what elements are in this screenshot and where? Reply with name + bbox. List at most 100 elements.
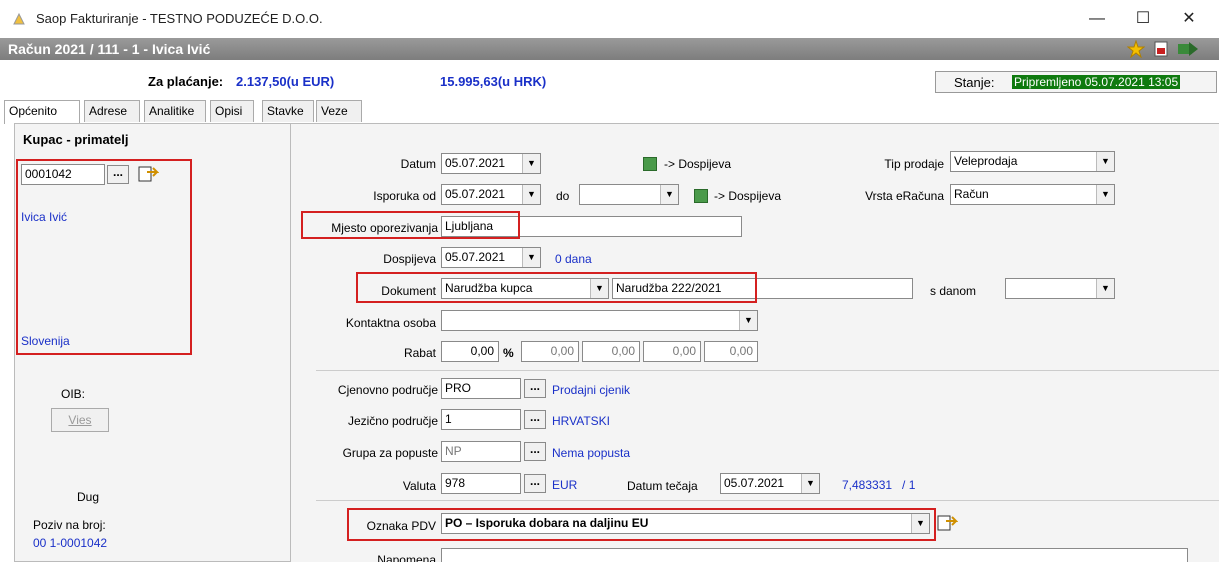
calculator-icon[interactable] bbox=[643, 157, 657, 171]
datum-value: 05.07.2021 bbox=[445, 156, 506, 170]
poziv-label: Poziv na broj: bbox=[33, 518, 106, 532]
valuta-link[interactable]: EUR bbox=[552, 478, 577, 492]
grupa-browse-button[interactable]: ... bbox=[524, 442, 546, 461]
dana-text: 0 dana bbox=[555, 252, 592, 266]
valuta-label: Valuta bbox=[402, 479, 436, 493]
chevron-down-icon[interactable]: ▼ bbox=[1096, 185, 1114, 204]
edit-card-icon[interactable] bbox=[936, 513, 958, 533]
cjenovno-label: Cjenovno područje bbox=[337, 383, 438, 397]
isporuka-field[interactable]: 05.07.2021 ▼ bbox=[441, 184, 541, 205]
datum-label: Datum bbox=[400, 157, 436, 171]
kontakt-select[interactable]: ▼ bbox=[441, 310, 758, 331]
jezicno-field[interactable]: 1 bbox=[441, 409, 521, 430]
divider bbox=[316, 370, 1219, 371]
pdf-icon[interactable] bbox=[1153, 41, 1169, 57]
rabat-extra-value: 0,00 bbox=[550, 344, 574, 358]
cjenovno-value: PRO bbox=[445, 381, 472, 395]
document-title: Račun 2021 / 111 - 1 - Ivica Ivić bbox=[8, 41, 211, 57]
chevron-down-icon[interactable]: ▼ bbox=[660, 185, 678, 204]
highlight-mjesto bbox=[301, 211, 520, 239]
valuta-browse-button[interactable]: ... bbox=[524, 474, 546, 493]
za-placanje-label: Za plaćanje: bbox=[148, 74, 224, 89]
rabat-value: 0,00 bbox=[470, 344, 494, 358]
highlight-oznaka-pdv bbox=[347, 508, 936, 541]
dospijeva-label: Dospijeva bbox=[383, 252, 436, 266]
window-title: Saop Fakturiranje - TESTNO PODUZEĆE D.O.… bbox=[36, 11, 323, 26]
tab-veze[interactable]: Veze bbox=[316, 100, 362, 122]
rabat-extra-4[interactable]: 0,00 bbox=[704, 341, 758, 362]
datum-tecaja-label: Datum tečaja bbox=[627, 479, 698, 493]
chevron-down-icon[interactable]: ▼ bbox=[522, 154, 540, 173]
s-danom-field[interactable]: ▼ bbox=[1005, 278, 1115, 299]
chevron-down-icon[interactable]: ▼ bbox=[1096, 152, 1114, 171]
jezicno-label: Jezično područje bbox=[347, 414, 438, 428]
vies-button[interactable]: Vies bbox=[51, 408, 109, 432]
tip-prodaje-select[interactable]: Veleprodaja ▼ bbox=[950, 151, 1115, 172]
vies-label: Vies bbox=[68, 413, 92, 427]
tip-prodaje-value: Veleprodaja bbox=[954, 154, 1018, 168]
napomena-label: Napomena bbox=[377, 553, 436, 562]
valuta-field[interactable]: 978 bbox=[441, 473, 521, 494]
chevron-down-icon[interactable]: ▼ bbox=[522, 185, 540, 204]
za-placanje-value: 2.137,50(u EUR) bbox=[236, 74, 335, 89]
minimize-button[interactable]: — bbox=[1074, 6, 1120, 32]
poziv-value[interactable]: 00 1-0001042 bbox=[33, 536, 107, 550]
grupa-label: Grupa za popuste bbox=[342, 446, 438, 460]
document-header: Račun 2021 / 111 - 1 - Ivica Ivić bbox=[0, 38, 1219, 60]
cjenovno-field[interactable]: PRO bbox=[441, 378, 521, 399]
grupa-value: NP bbox=[445, 444, 462, 458]
s-danom-label: s danom bbox=[930, 284, 977, 298]
status-box: Stanje: Pripremljeno 05.07.2021 13:05 bbox=[935, 71, 1217, 93]
dospijeva-link[interactable]: -> Dospijeva bbox=[664, 157, 731, 171]
datum-tecaja-value: 05.07.2021 bbox=[724, 476, 785, 490]
kontakt-label: Kontaktna osoba bbox=[345, 316, 436, 330]
rabat-field[interactable]: 0,00 bbox=[441, 341, 499, 362]
jezicno-browse-button[interactable]: ... bbox=[524, 410, 546, 429]
tab-adrese[interactable]: Adrese bbox=[84, 100, 140, 122]
export-icon[interactable] bbox=[1177, 40, 1199, 58]
cjenovno-browse-button[interactable]: ... bbox=[524, 379, 546, 398]
chevron-down-icon[interactable]: ▼ bbox=[1096, 279, 1114, 298]
cjenovno-link[interactable]: Prodajni cjenik bbox=[552, 383, 630, 397]
napomena-field[interactable] bbox=[441, 548, 1188, 562]
divider bbox=[316, 500, 1219, 501]
datum-tecaja-field[interactable]: 05.07.2021 ▼ bbox=[720, 473, 820, 494]
calculator-icon[interactable] bbox=[694, 189, 708, 203]
tip-prodaje-label: Tip prodaje bbox=[884, 157, 944, 171]
dospijeva-link-2[interactable]: -> Dospijeva bbox=[714, 189, 781, 203]
dospijeva-field[interactable]: 05.07.2021 ▼ bbox=[441, 247, 541, 268]
tecaj-text: 7,483331 / 1 bbox=[842, 478, 916, 492]
oib-label: OIB: bbox=[61, 387, 86, 401]
datum-field[interactable]: 05.07.2021 ▼ bbox=[441, 153, 541, 174]
star-icon[interactable] bbox=[1127, 40, 1145, 58]
close-button[interactable]: ✕ bbox=[1166, 6, 1212, 32]
maximize-button[interactable]: ☐ bbox=[1120, 6, 1166, 32]
tab-stavke[interactable]: Stavke bbox=[262, 100, 314, 122]
window-titlebar: Saop Fakturiranje - TESTNO PODUZEĆE D.O.… bbox=[0, 0, 1219, 38]
status-badge: Pripremljeno 05.07.2021 13:05 bbox=[1012, 75, 1181, 89]
chevron-down-icon[interactable]: ▼ bbox=[522, 248, 540, 267]
valuta-value: 978 bbox=[445, 476, 466, 490]
vrsta-select[interactable]: Račun ▼ bbox=[950, 184, 1115, 205]
highlight-dokument bbox=[356, 272, 757, 303]
hrk-value: 15.995,63(u HRK) bbox=[440, 74, 547, 89]
grupa-field[interactable]: NP bbox=[441, 441, 521, 462]
tab-opisi[interactable]: Opisi bbox=[210, 100, 254, 122]
rabat-extra-2[interactable]: 0,00 bbox=[582, 341, 640, 362]
vrsta-value: Račun bbox=[954, 187, 989, 201]
rabat-extra-value: 0,00 bbox=[729, 344, 753, 358]
rabat-extra-1[interactable]: 0,00 bbox=[521, 341, 579, 362]
rabat-extra-3[interactable]: 0,00 bbox=[643, 341, 701, 362]
chevron-down-icon[interactable]: ▼ bbox=[739, 311, 757, 330]
grupa-link[interactable]: Nema popusta bbox=[552, 446, 630, 460]
jezicno-link[interactable]: HRVATSKI bbox=[552, 414, 610, 428]
tab-opcenito[interactable]: Općenito bbox=[4, 100, 80, 124]
do-label: do bbox=[556, 189, 570, 203]
do-field[interactable]: ▼ bbox=[579, 184, 679, 205]
vrsta-label: Vrsta eRačuna bbox=[865, 189, 944, 203]
tab-analitike[interactable]: Analitike bbox=[144, 100, 206, 122]
isporuka-value: 05.07.2021 bbox=[445, 187, 506, 201]
chevron-down-icon[interactable]: ▼ bbox=[801, 474, 819, 493]
kupac-header: Kupac - primatelj bbox=[23, 132, 129, 147]
dug-label: Dug bbox=[77, 490, 100, 504]
